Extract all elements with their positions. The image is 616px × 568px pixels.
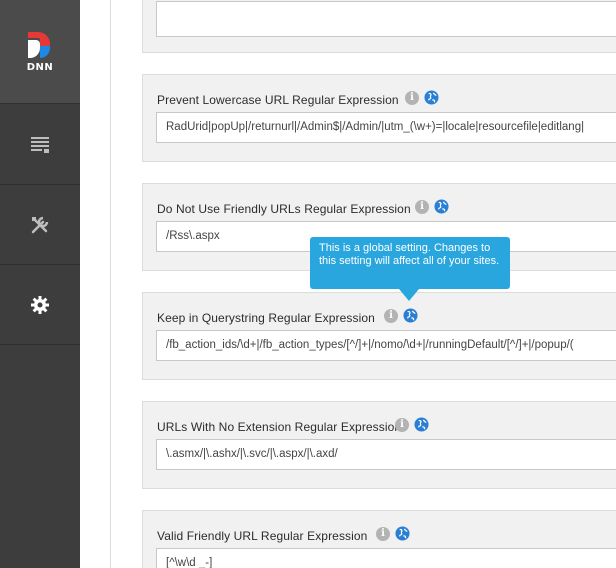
gear-icon: [31, 295, 49, 314]
tooltip-arrow: [399, 289, 419, 301]
info-icon[interactable]: i: [395, 418, 409, 432]
sidebar: DNN: [0, 0, 80, 568]
setting-label: URLs With No Extension Regular Expressio…: [157, 420, 402, 434]
globe-icon[interactable]: [403, 308, 418, 323]
sidebar-item-tools[interactable]: [0, 185, 80, 265]
setting-input[interactable]: RadUrid|popUp|/returnurl|/Admin$|/Admin/…: [156, 112, 616, 143]
page-icon: [31, 136, 49, 153]
setting-panel: [142, 0, 616, 53]
setting-input[interactable]: \.asmx/|\.ashx/|\.svc/|\.aspx/|\.axd/: [156, 439, 616, 470]
setting-panel-prevent-lowercase: Prevent Lowercase URL Regular Expression…: [142, 74, 616, 162]
setting-input[interactable]: /fb_action_ids/\d+|/fb_action_types/[^/]…: [156, 330, 616, 361]
info-icon[interactable]: i: [384, 309, 398, 323]
setting-label: Keep in Querystring Regular Expression: [157, 311, 375, 325]
setting-label: Prevent Lowercase URL Regular Expression: [157, 93, 399, 107]
info-icon[interactable]: i: [376, 527, 390, 541]
globe-icon[interactable]: [414, 417, 429, 432]
info-icon[interactable]: i: [405, 91, 419, 105]
setting-label: Do Not Use Friendly URLs Regular Express…: [157, 202, 411, 216]
setting-label: Valid Friendly URL Regular Expression: [157, 529, 368, 543]
globe-icon[interactable]: [395, 526, 410, 541]
sidebar-item-settings[interactable]: [0, 265, 80, 345]
setting-panel-keep-in-querystring: Keep in Querystring Regular Expression i…: [142, 292, 616, 380]
logo-text: DNN: [26, 62, 54, 73]
dnn-logo[interactable]: DNN: [0, 0, 80, 104]
setting-input[interactable]: [^\w\d _-]: [156, 548, 616, 568]
globe-icon[interactable]: [434, 199, 449, 214]
dnn-logo-icon: [28, 32, 50, 58]
setting-input[interactable]: [156, 1, 616, 37]
sidebar-item-content[interactable]: [0, 105, 80, 185]
setting-panel-valid-friendly-url: Valid Friendly URL Regular Expression i …: [142, 510, 616, 568]
content-divider: [110, 0, 111, 568]
globe-icon[interactable]: [424, 90, 439, 105]
tools-icon: [31, 216, 49, 233]
setting-panel-urls-no-extension: URLs With No Extension Regular Expressio…: [142, 401, 616, 489]
global-setting-tooltip: This is a global setting. Changes to thi…: [310, 237, 510, 289]
info-icon[interactable]: i: [415, 200, 429, 214]
